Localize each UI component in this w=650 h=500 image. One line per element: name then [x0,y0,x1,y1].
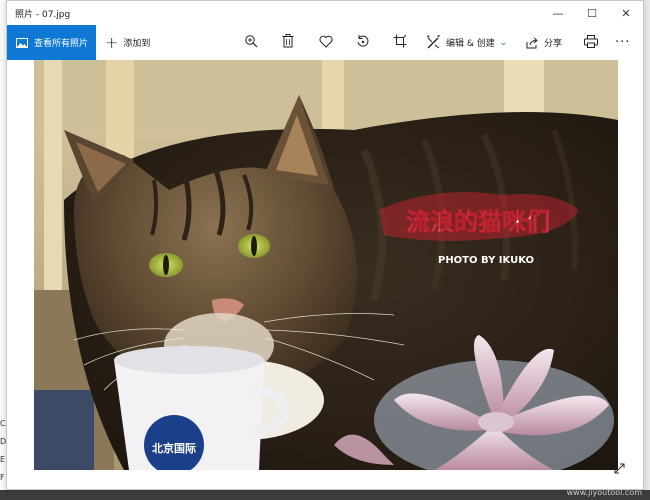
rotate-button[interactable] [350,25,376,60]
crop-icon [393,33,407,52]
share-button[interactable]: 分享 [526,25,562,60]
taskbar-strip: www.jiyoutool.com [0,488,650,500]
more-options-button[interactable]: ··· [615,25,630,60]
photo-title-text: 流浪的猫咪们 [406,208,550,236]
minimize-icon: — [552,6,564,20]
print-button[interactable] [578,25,604,60]
fullscreen-button[interactable] [611,460,627,476]
window-controls: — ☐ ✕ [541,1,643,25]
cat-photo-image: 北京国际 流浪的猫咪们 PHOTO BY IKUKO [34,60,618,470]
close-icon: ✕ [621,6,631,20]
edit-create-button[interactable]: 编辑 & 创建 ⌄ [426,25,507,60]
maximize-button[interactable]: ☐ [575,1,609,25]
add-to-label: 添加到 [123,39,151,49]
delete-button[interactable] [275,25,301,60]
see-all-photos-label: 查看所有照片 [34,39,89,49]
delete-icon [282,33,294,52]
title-bar: 照片 - 07.jpg — ☐ ✕ [7,1,643,25]
rotate-icon [356,33,370,52]
print-icon [584,33,598,52]
maximize-icon: ☐ [587,6,597,20]
zoom-in-icon [244,33,258,52]
heart-icon [319,33,333,52]
toolbar: 查看所有照片 + 添加到 编辑 & 创建 ⌄ 分享 ··· [7,25,643,60]
plus-icon: + [105,32,119,52]
close-button[interactable]: ✕ [609,1,643,25]
minimize-button[interactable]: — [541,1,575,25]
window-title: 照片 - 07.jpg [15,9,71,20]
more-icon: ··· [615,35,631,50]
photo-view[interactable]: 北京国际 流浪的猫咪们 PHOTO BY IKUKO [34,60,618,470]
edit-create-icon [426,35,441,50]
photo-credit-text: PHOTO BY IKUKO [438,255,534,266]
crop-button[interactable] [387,25,413,60]
see-all-photos-button[interactable]: 查看所有照片 [7,25,96,60]
add-to-button[interactable]: + 添加到 [105,25,150,60]
photos-icon [16,37,28,48]
chevron-down-icon: ⌄ [499,37,508,48]
cup-text: 北京国际 [152,441,196,455]
expand-icon [614,459,625,478]
edit-create-label: 编辑 & 创建 [446,39,495,49]
share-label: 分享 [544,39,563,49]
zoom-in-button[interactable] [238,25,264,60]
share-icon [526,37,539,49]
favorite-button[interactable] [313,25,339,60]
photos-window: 照片 - 07.jpg — ☐ ✕ 查看所有照片 + 添加到 编辑 & 创建 ⌄… [6,0,644,490]
